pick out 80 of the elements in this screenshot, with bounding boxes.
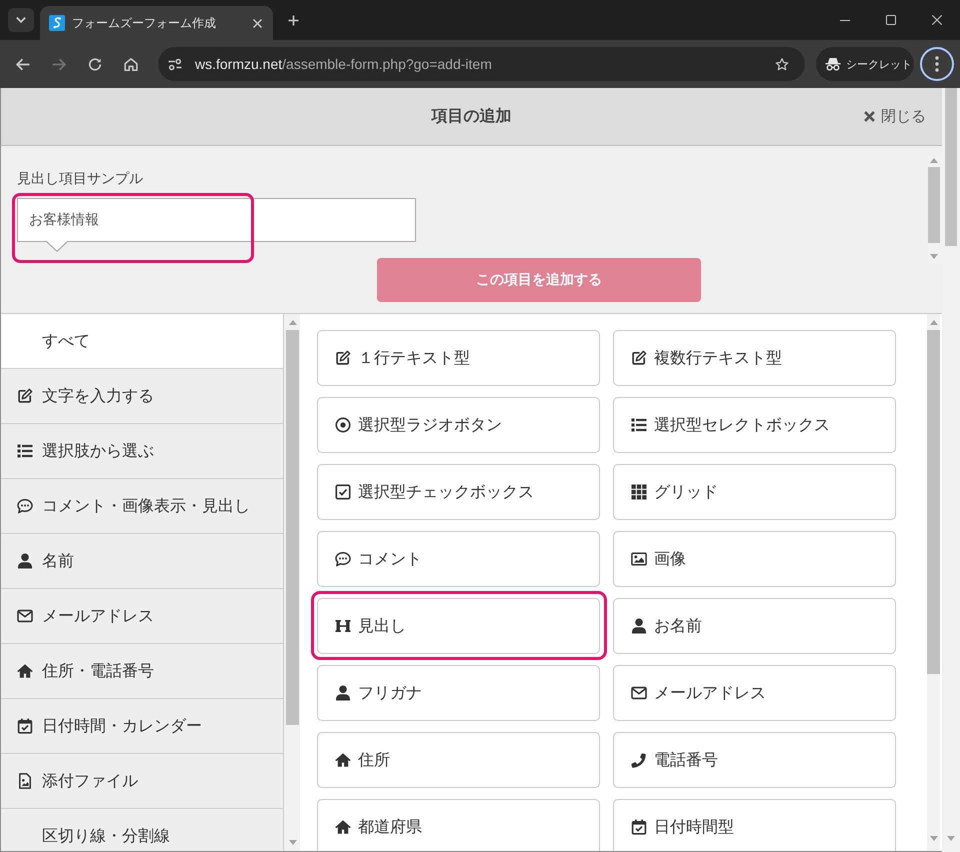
envelope-icon [17,608,33,624]
forward-arrow-icon [52,58,66,70]
item-type-button[interactable]: 選択型セレクトボックス [613,397,896,453]
tab-search-button[interactable] [8,8,34,32]
item-type-button[interactable]: 選択型ラジオボタン [317,397,600,453]
house-icon [335,752,351,768]
url-text: ws.formzu.net/assemble-form.php?go=add-item [195,56,492,72]
scroll-down-arrow-icon [930,254,938,259]
scroll-up-arrow-icon [930,158,938,163]
item-type-button[interactable]: フリガナ [317,665,600,721]
close-icon [864,111,875,122]
letter-h-icon [335,618,351,634]
radio-icon [335,417,351,433]
tab-title: フォームズーフォーム作成 [72,14,216,32]
list-icon [631,417,647,433]
document-icon [17,773,33,789]
scrollbar-thumb[interactable] [928,167,940,243]
item-type-button[interactable]: お名前 [613,598,896,654]
reload-icon [88,58,102,70]
back-arrow-icon [16,58,30,70]
scrollbar-thumb[interactable] [927,330,940,674]
edit-icon [631,350,647,366]
site-logo-icon [49,15,65,31]
item-type-button[interactable]: 見出し [317,598,600,654]
maximize-icon [886,15,896,25]
item-type-button[interactable]: 画像 [613,531,896,587]
close-button[interactable]: 閉じる [864,107,926,126]
scroll-down-arrow-icon [288,840,296,845]
category-item[interactable]: すべて [1,314,283,369]
speech-bubble-icon [17,498,33,514]
item-type-button[interactable]: 住所 [317,732,600,788]
chevron-down-icon [16,17,26,23]
item-type-button[interactable]: グリッド [613,464,896,520]
scroll-up-arrow-icon [288,320,296,325]
close-icon [932,15,942,25]
checkbox-icon [335,484,351,500]
edit-icon [335,350,351,366]
person-icon [335,685,351,701]
item-type-button[interactable]: 複数行テキスト型 [613,330,896,386]
house-icon [17,663,33,679]
browser-tab[interactable]: フォームズーフォーム作成 [40,6,273,40]
item-type-button[interactable]: コメント [317,531,600,587]
item-type-button[interactable]: 日付時間型 [613,799,896,851]
scrollbar-thumb[interactable] [286,330,299,725]
sample-label: 見出し項目サンプル [17,170,143,186]
item-type-button[interactable]: 選択型チェックボックス [317,464,600,520]
item-type-button[interactable]: メールアドレス [613,665,896,721]
speech-bubble-icon [335,551,351,567]
list-icon [17,443,33,459]
item-type-button[interactable]: 都道府県 [317,799,600,851]
picture-icon [631,551,647,567]
item-type-button[interactable]: 電話番号 [613,732,896,788]
edit-icon [17,388,33,404]
person-icon [17,553,33,569]
scroll-down-arrow-icon [930,836,938,841]
address-bar[interactable]: ws.formzu.net/assemble-form.php?go=add-item [158,47,805,81]
scrollbar[interactable] [927,314,940,851]
star-icon [775,58,789,70]
phone-icon [631,752,647,768]
incognito-icon [825,57,841,71]
house-icon [335,819,351,835]
dialog-title: 項目の追加 [432,106,512,127]
plus-icon [288,14,298,26]
scroll-down-arrow-icon [947,836,955,841]
menu-button[interactable] [920,47,954,81]
person-icon [631,618,647,634]
incognito-button[interactable]: シークレット [816,47,914,81]
scrollbar[interactable] [942,88,960,852]
vertical-dots-icon [935,56,939,72]
house-icon [124,58,138,70]
calendar-check-icon [631,819,647,835]
calendar-check-icon [17,718,33,734]
scroll-up-arrow-icon [930,320,938,325]
envelope-icon [631,685,647,701]
tune-icon [168,58,182,70]
item-type-button[interactable]: １行テキスト型 [317,330,600,386]
scrollbar-thumb[interactable] [945,88,957,246]
pointer-tail-icon [46,241,68,252]
grid-icon [631,484,647,500]
close-icon [252,18,262,28]
